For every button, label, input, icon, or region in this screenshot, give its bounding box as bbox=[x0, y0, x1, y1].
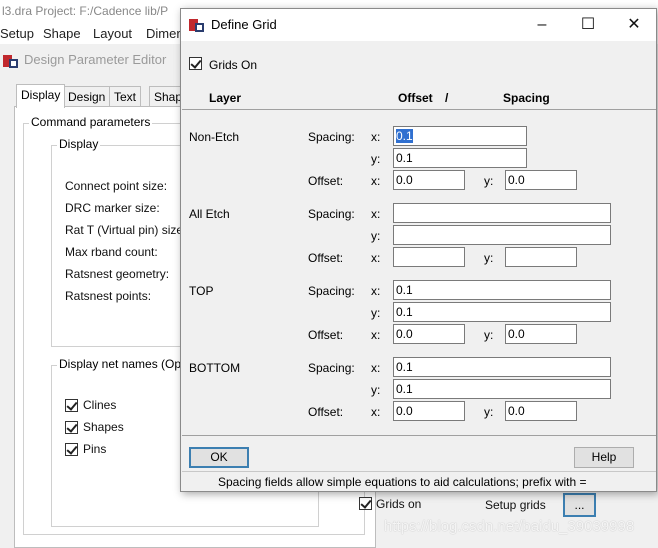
pins-label: Pins bbox=[83, 442, 107, 456]
spacing-label: Spacing: bbox=[308, 361, 355, 375]
net-names-title: Display net names (Open bbox=[57, 357, 197, 371]
top-spacing-y-input[interactable]: 0.1 bbox=[393, 302, 611, 322]
app-logo-icon bbox=[3, 53, 19, 69]
non-etch-spacing-x-input[interactable]: 0.1 bbox=[393, 126, 527, 146]
menu-dimension[interactable]: Dimer bbox=[146, 26, 181, 41]
drc-marker-size-label: DRC marker size: bbox=[65, 201, 160, 215]
offset-header: Offset bbox=[398, 91, 433, 105]
y-label: y: bbox=[371, 383, 381, 397]
setup-grids-label: Setup grids bbox=[485, 498, 546, 512]
y-label: y: bbox=[371, 306, 381, 320]
spacing-label: Spacing: bbox=[308, 130, 355, 144]
tab-design[interactable]: Design bbox=[63, 86, 111, 107]
all-etch-spacing-x-input[interactable] bbox=[393, 203, 611, 223]
display-group-title: Display bbox=[57, 137, 101, 151]
rat-t-size-label: Rat T (Virtual pin) size: bbox=[65, 223, 187, 237]
editor-title-bar: Design Parameter Editor bbox=[0, 48, 190, 72]
grid-layer-list: Non-Etch Spacing: x: 0.1 y: 0.1 Offset: … bbox=[182, 109, 656, 436]
spacing-label: Spacing: bbox=[308, 284, 355, 298]
non-etch-offset-x-input[interactable]: 0.0 bbox=[393, 170, 465, 190]
ratsnest-geometry-label: Ratsnest geometry: bbox=[65, 267, 170, 281]
spacing-label: Spacing: bbox=[308, 207, 355, 221]
grids-on-bg-label: Grids on bbox=[376, 497, 422, 511]
watermark: https://blog.csdn.net/baidu_39039998 bbox=[384, 518, 635, 535]
grids-on-label: Grids On bbox=[209, 58, 258, 72]
menu-shape[interactable]: Shape bbox=[43, 26, 81, 41]
dialog-app-icon bbox=[189, 17, 205, 33]
editor-title: Design Parameter Editor bbox=[24, 52, 167, 67]
header-slash: / bbox=[445, 91, 449, 105]
layer-header: Layer bbox=[209, 91, 242, 105]
y-label: y: bbox=[484, 251, 494, 265]
y-label: y: bbox=[484, 405, 494, 419]
ok-button[interactable]: OK bbox=[189, 447, 249, 468]
x-label: x: bbox=[371, 174, 381, 188]
max-rband-count-label: Max rband count: bbox=[65, 245, 158, 259]
grids-on-checkbox[interactable] bbox=[189, 57, 202, 70]
pins-checkbox[interactable] bbox=[65, 443, 78, 456]
x-label: x: bbox=[371, 251, 381, 265]
shapes-checkbox[interactable] bbox=[65, 421, 78, 434]
setup-grids-button[interactable]: ... bbox=[563, 493, 596, 517]
top-offset-y-input[interactable]: 0.0 bbox=[505, 324, 577, 344]
x-label: x: bbox=[371, 328, 381, 342]
non-etch-spacing-y-input[interactable]: 0.1 bbox=[393, 148, 527, 168]
x-label: x: bbox=[371, 361, 381, 375]
layer-name-non-etch: Non-Etch bbox=[189, 130, 240, 144]
y-label: y: bbox=[484, 328, 494, 342]
y-label: y: bbox=[371, 229, 381, 243]
all-etch-offset-y-input[interactable] bbox=[505, 247, 577, 267]
shapes-label: Shapes bbox=[83, 420, 124, 434]
offset-label: Offset: bbox=[308, 405, 344, 419]
y-label: y: bbox=[484, 174, 494, 188]
clines-checkbox[interactable] bbox=[65, 399, 78, 412]
bottom-offset-y-input[interactable]: 0.0 bbox=[505, 401, 577, 421]
layer-name-all-etch: All Etch bbox=[189, 207, 230, 221]
grids-on-bg-checkbox[interactable] bbox=[359, 497, 372, 510]
clines-label: Clines bbox=[83, 398, 117, 412]
offset-label: Offset: bbox=[308, 328, 344, 342]
close-button[interactable]: ✕ bbox=[611, 9, 657, 41]
connect-point-size-label: Connect point size: bbox=[65, 179, 168, 193]
x-label: x: bbox=[371, 405, 381, 419]
app-title: l3.dra Project: F:/Cadence lib/P bbox=[2, 4, 169, 18]
ratsnest-points-label: Ratsnest points: bbox=[65, 289, 152, 303]
all-etch-spacing-y-input[interactable] bbox=[393, 225, 611, 245]
layer-name-bottom: BOTTOM bbox=[189, 361, 241, 375]
spacing-header: Spacing bbox=[503, 91, 550, 105]
offset-label: Offset: bbox=[308, 251, 344, 265]
x-label: x: bbox=[371, 207, 381, 221]
bottom-spacing-y-input[interactable]: 0.1 bbox=[393, 379, 611, 399]
dialog-title-bar: Define Grid – ☐ ✕ bbox=[181, 9, 656, 41]
top-offset-x-input[interactable]: 0.0 bbox=[393, 324, 465, 344]
bottom-offset-x-input[interactable]: 0.0 bbox=[393, 401, 465, 421]
dialog-title: Define Grid bbox=[211, 17, 277, 32]
menu-layout[interactable]: Layout bbox=[93, 26, 132, 41]
maximize-button[interactable]: ☐ bbox=[565, 9, 611, 41]
status-text: Spacing fields allow simple equations to… bbox=[218, 475, 587, 489]
minimize-button[interactable]: – bbox=[519, 9, 565, 41]
top-spacing-x-input[interactable]: 0.1 bbox=[393, 280, 611, 300]
bottom-spacing-x-input[interactable]: 0.1 bbox=[393, 357, 611, 377]
y-label: y: bbox=[371, 152, 381, 166]
layer-name-top: TOP bbox=[189, 284, 214, 298]
tab-display[interactable]: Display bbox=[16, 84, 66, 108]
menu-setup[interactable]: Setup bbox=[0, 26, 34, 41]
command-params-title: Command parameters bbox=[29, 115, 153, 129]
x-label: x: bbox=[371, 284, 381, 298]
all-etch-offset-x-input[interactable] bbox=[393, 247, 465, 267]
tab-text[interactable]: Text bbox=[109, 86, 142, 107]
define-grid-dialog: Define Grid – ☐ ✕ Grids On Layer Offset … bbox=[180, 8, 657, 492]
dialog-status-bar: Spacing fields allow simple equations to… bbox=[182, 471, 656, 492]
non-etch-offset-y-input[interactable]: 0.0 bbox=[505, 170, 577, 190]
offset-label: Offset: bbox=[308, 174, 344, 188]
x-label: x: bbox=[371, 130, 381, 144]
help-button[interactable]: Help bbox=[574, 447, 634, 468]
